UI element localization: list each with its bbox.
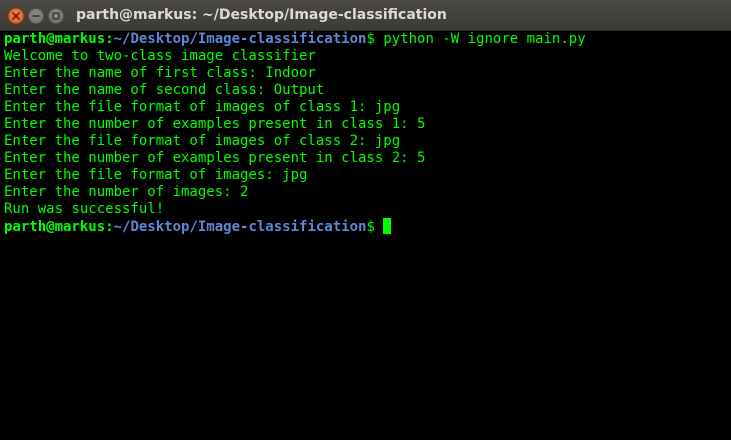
prompt-user-host: parth@markus xyxy=(4,31,106,47)
prompt-user-host: parth@markus xyxy=(4,219,106,235)
prompt-path: ~/Desktop/Image-classification xyxy=(113,31,367,47)
command-input[interactable] xyxy=(375,219,383,235)
maximize-icon[interactable] xyxy=(48,8,64,24)
output-line: Enter the file format of images of class… xyxy=(4,99,401,115)
prompt-path: ~/Desktop/Image-classification xyxy=(113,219,367,235)
output-line: Enter the file format of images: jpg xyxy=(4,167,308,183)
output-line: Run was successful! xyxy=(4,201,165,217)
output-line: Welcome to two-class image classifier xyxy=(4,48,316,64)
text-cursor xyxy=(383,218,392,234)
window-title: parth@markus: ~/Desktop/Image-classifica… xyxy=(76,7,447,23)
command-text: python -W ignore main.py xyxy=(374,31,586,47)
output-line: Enter the number of images: 2 xyxy=(4,184,249,200)
terminal-output-area[interactable]: parth@markus:~/Desktop/Image-classificat… xyxy=(0,31,731,440)
output-line: Enter the number of examples present in … xyxy=(4,116,426,132)
output-line: Enter the number of examples present in … xyxy=(4,150,426,166)
active-prompt-line[interactable]: parth@markus:~/Desktop/Image-classificat… xyxy=(4,218,731,235)
title-bar[interactable]: parth@markus: ~/Desktop/Image-classifica… xyxy=(0,0,731,31)
terminal-window: parth@markus: ~/Desktop/Image-classifica… xyxy=(0,0,731,440)
prompt-symbol: $ xyxy=(366,31,375,47)
output-line: Enter the file format of images of class… xyxy=(4,133,401,149)
close-icon[interactable] xyxy=(8,8,24,24)
minimize-icon[interactable] xyxy=(28,8,44,24)
command-line: parth@markus:~/Desktop/Image-classificat… xyxy=(4,31,731,48)
output-line: Enter the name of first class: Indoor xyxy=(4,65,316,81)
prompt-symbol: $ xyxy=(366,219,375,235)
prompt-separator: : xyxy=(105,31,114,47)
prompt-separator: : xyxy=(105,219,114,235)
output-line: Enter the name of second class: Output xyxy=(4,82,325,98)
